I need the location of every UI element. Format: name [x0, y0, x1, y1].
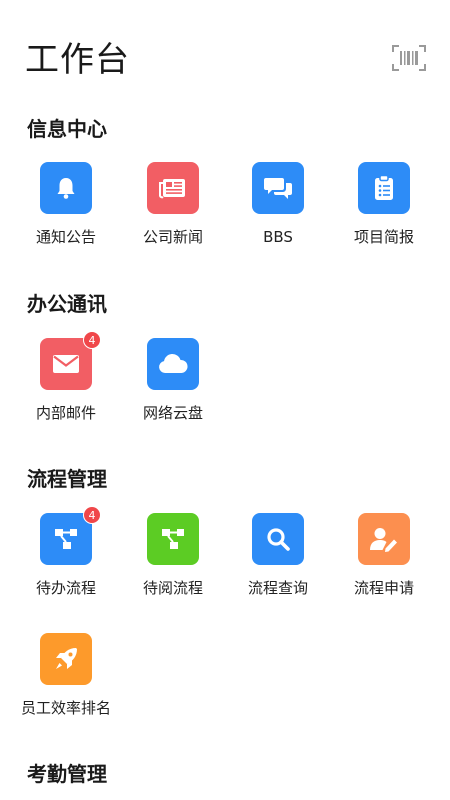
app-internal-mail[interactable]: 4 内部邮件 [13, 331, 119, 438]
app-label: 员工效率排名 [20, 699, 111, 717]
app-news[interactable]: 公司新闻 [120, 162, 226, 262]
app-efficiency-ranking[interactable]: 员工效率排名 [13, 633, 119, 733]
newspaper-icon [147, 162, 199, 214]
app-notice[interactable]: 通知公告 [13, 162, 119, 262]
app-flow-apply[interactable]: 流程申请 [331, 513, 437, 613]
app-cloud-disk[interactable]: 网络云盘 [120, 338, 226, 438]
bell-icon [40, 162, 92, 214]
cloud-icon [147, 338, 199, 390]
clipboard-icon [358, 162, 410, 214]
header: 工作台 [0, 0, 450, 110]
notification-badge: 4 [83, 331, 101, 349]
section-title-office: 办公通讯 [27, 292, 107, 316]
app-label: 网络云盘 [142, 404, 203, 422]
app-flow-query[interactable]: 流程查询 [225, 513, 331, 613]
app-label: 流程申请 [353, 579, 414, 597]
app-project-brief[interactable]: 项目简报 [331, 162, 437, 262]
section-title-info: 信息中心 [27, 117, 107, 141]
app-toread-flow[interactable]: 待阅流程 [120, 513, 226, 613]
section-title-attendance: 考勤管理 [27, 762, 107, 786]
rocket-icon [40, 633, 92, 685]
app-bbs[interactable]: BBS [225, 162, 331, 262]
user-edit-icon [358, 513, 410, 565]
flow-diagram-icon [147, 513, 199, 565]
app-todo-flow[interactable]: 4 待办流程 [13, 506, 119, 613]
app-label: 项目简报 [353, 228, 414, 246]
barcode-scan-icon[interactable] [392, 44, 426, 72]
page-title: 工作台 [25, 40, 130, 80]
section-title-flow: 流程管理 [27, 467, 107, 491]
notification-badge: 4 [83, 506, 101, 524]
chat-bubbles-icon [252, 162, 304, 214]
search-icon [252, 513, 304, 565]
